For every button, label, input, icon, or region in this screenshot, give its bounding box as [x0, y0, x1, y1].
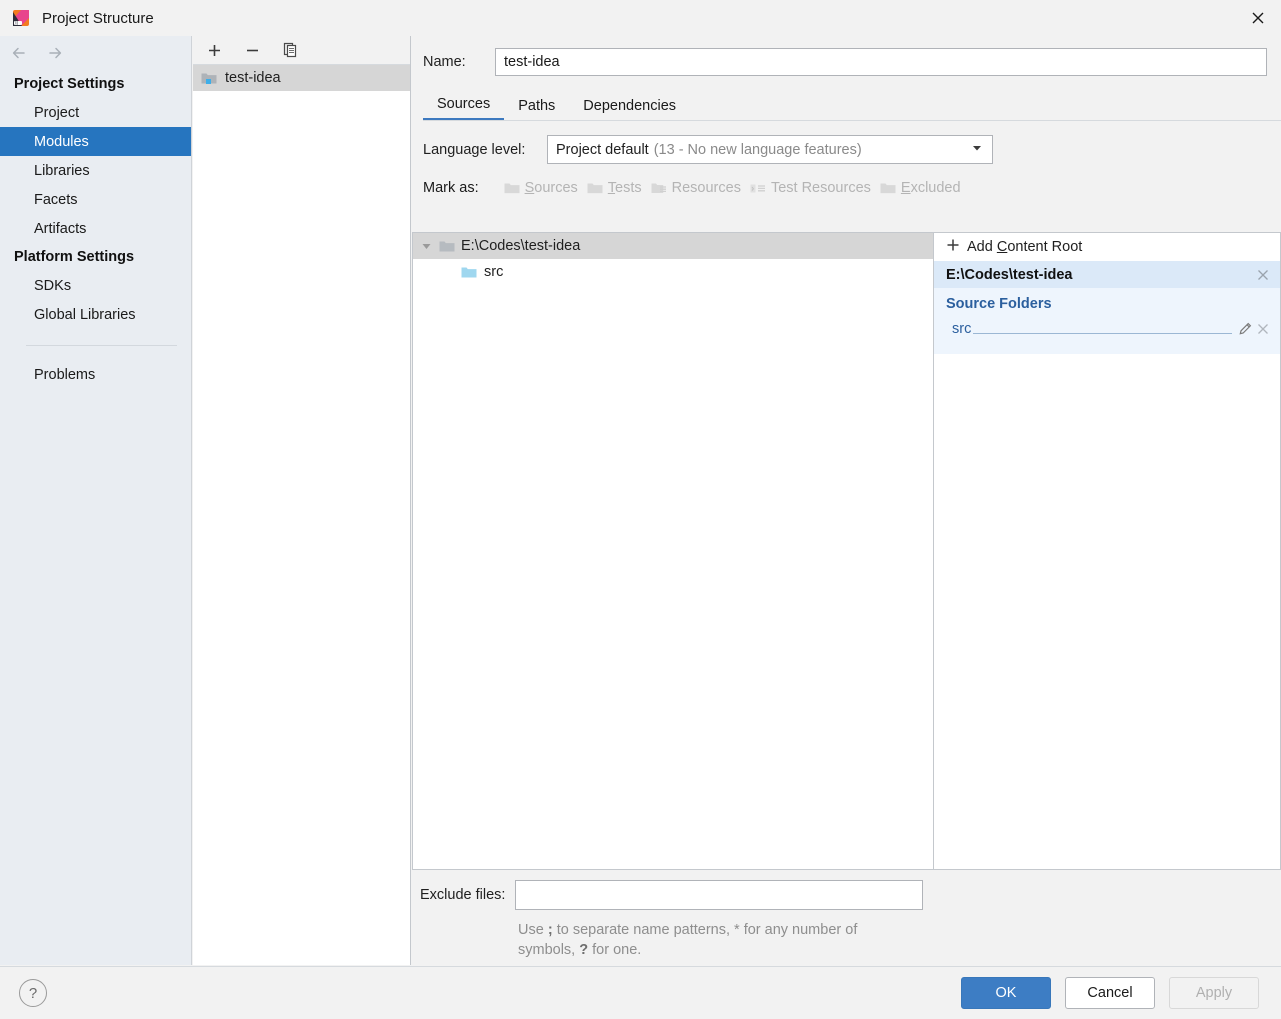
- module-name-input[interactable]: [495, 48, 1267, 76]
- sidebar-item-project[interactable]: Project: [0, 98, 191, 127]
- content-roots-panel: Add Content Root E:\Codes\test-idea Sour…: [933, 232, 1281, 870]
- tree-row[interactable]: E:\Codes\test-idea: [413, 233, 933, 259]
- arrow-left-icon[interactable]: [10, 42, 32, 64]
- add-content-root-button[interactable]: Add Content Root: [934, 233, 1280, 261]
- sources-folder-icon: [504, 182, 520, 195]
- dialog-footer: ? OK Cancel Apply: [0, 966, 1281, 1019]
- close-small-icon[interactable]: [1254, 266, 1272, 284]
- mark-as-excluded-label: Excluded: [901, 180, 961, 196]
- mark-as-resources-label: Resources: [672, 180, 741, 196]
- content-root-path: E:\Codes\test-idea: [946, 267, 1073, 283]
- name-label: Name:: [423, 54, 495, 70]
- folder-grey-icon: [439, 239, 455, 253]
- sidebar-divider: [26, 345, 177, 346]
- tests-folder-icon: [587, 182, 603, 195]
- exclude-files-row: Exclude files:: [412, 872, 933, 910]
- sidebar-item-modules[interactable]: Modules: [0, 127, 191, 156]
- mark-as-excluded[interactable]: Excluded: [880, 180, 961, 196]
- hint-part-1: Use: [518, 922, 548, 938]
- source-folder-name: src: [952, 321, 971, 337]
- list-item-label: test-idea: [225, 70, 281, 86]
- apply-button[interactable]: Apply: [1169, 977, 1259, 1009]
- exclude-files-section: Exclude files: Use ; to separate name pa…: [412, 872, 933, 960]
- add-content-root-label: Add Content Root: [967, 239, 1082, 255]
- module-list-toolbar: [193, 36, 410, 65]
- module-folder-icon: [201, 71, 217, 85]
- tab-dependencies[interactable]: Dependencies: [569, 90, 690, 121]
- svg-text:IJ: IJ: [15, 20, 18, 26]
- triangle-down-icon[interactable]: [419, 239, 433, 253]
- content-root-header: E:\Codes\test-idea: [934, 261, 1280, 288]
- close-small-icon[interactable]: [1254, 320, 1272, 338]
- module-name-row: Name:: [411, 36, 1281, 76]
- mark-as-tests[interactable]: Tests: [587, 180, 642, 196]
- mark-as-sources[interactable]: Sources: [504, 180, 578, 196]
- copy-icon[interactable]: [279, 39, 301, 61]
- language-level-value: Project default: [556, 142, 649, 158]
- chevron-down-icon: [970, 141, 984, 159]
- plus-icon[interactable]: [203, 39, 225, 61]
- test-resources-folder-icon: [750, 182, 766, 195]
- sidebar-group-platform-settings: Platform Settings: [0, 243, 191, 271]
- mark-as-row: Mark as: Sources Tests: [411, 164, 1281, 196]
- pencil-icon[interactable]: [1236, 320, 1254, 338]
- language-level-label: Language level:: [423, 142, 547, 158]
- sidebar-item-global-libraries[interactable]: Global Libraries: [0, 300, 191, 329]
- arrow-right-icon[interactable]: [46, 42, 68, 64]
- excluded-folder-icon: [880, 182, 896, 195]
- exclude-files-hint: Use ; to separate name patterns, * for a…: [412, 910, 932, 960]
- sidebar-item-sdks[interactable]: SDKs: [0, 271, 191, 300]
- mark-as-label: Mark as:: [423, 180, 479, 196]
- language-level-row: Language level: Project default (13 - No…: [411, 121, 1281, 164]
- sidebar-item-libraries[interactable]: Libraries: [0, 156, 191, 185]
- source-folders-title: Source Folders: [934, 296, 1280, 318]
- tabs-underline: [423, 120, 1281, 121]
- ok-button[interactable]: OK: [961, 977, 1051, 1009]
- hint-part-2: to separate name patterns, * for any num…: [518, 922, 857, 958]
- minus-icon[interactable]: [241, 39, 263, 61]
- mark-as-resources[interactable]: Resources: [651, 180, 741, 196]
- intellij-idea-icon: IJ: [12, 9, 30, 27]
- sidebar-nav-arrows: [0, 36, 191, 70]
- editor-tabs: Sources Paths Dependencies: [423, 90, 1281, 121]
- module-editor: Name: Sources Paths Dependencies Languag…: [411, 36, 1281, 965]
- sidebar-item-facets[interactable]: Facets: [0, 185, 191, 214]
- sidebar-item-artifacts[interactable]: Artifacts: [0, 214, 191, 243]
- sources-panes: E:\Codes\test-idea src Add Content Root: [412, 232, 1281, 870]
- sidebar-group-project-settings: Project Settings: [0, 70, 191, 98]
- entry-rule: [973, 322, 1232, 334]
- folder-blue-icon: [461, 265, 477, 279]
- window-title: Project Structure: [42, 10, 154, 27]
- mark-as-tests-label: Tests: [608, 180, 642, 196]
- content-root-body: Source Folders src: [934, 288, 1280, 354]
- hint-question: ?: [579, 942, 588, 958]
- list-item[interactable]: test-idea: [193, 65, 410, 91]
- mark-as-test-resources-label: Test Resources: [771, 180, 871, 196]
- dialog-buttons: OK Cancel Apply: [961, 977, 1259, 1009]
- language-level-select[interactable]: Project default (13 - No new language fe…: [547, 135, 993, 164]
- language-level-detail: (13 - No new language features): [654, 142, 862, 158]
- exclude-files-input[interactable]: [515, 880, 923, 910]
- module-list-panel: test-idea: [193, 36, 411, 965]
- tree-row[interactable]: src: [413, 259, 933, 285]
- source-folder-entry[interactable]: src: [934, 318, 1280, 340]
- cancel-button[interactable]: Cancel: [1065, 977, 1155, 1009]
- title-bar: IJ Project Structure: [0, 0, 1281, 36]
- tree-row-label: E:\Codes\test-idea: [461, 238, 580, 254]
- sidebar-item-problems[interactable]: Problems: [0, 360, 191, 389]
- hint-part-3: for one.: [588, 942, 641, 958]
- close-icon[interactable]: [1235, 0, 1281, 36]
- mark-as-test-resources[interactable]: Test Resources: [750, 180, 871, 196]
- content-tree: E:\Codes\test-idea src: [412, 232, 933, 870]
- tab-paths[interactable]: Paths: [504, 90, 569, 121]
- settings-sidebar: Project Settings Project Modules Librari…: [0, 36, 192, 965]
- mark-as-sources-label: Sources: [525, 180, 578, 196]
- tab-sources[interactable]: Sources: [423, 90, 504, 121]
- resources-folder-icon: [651, 182, 667, 195]
- help-icon[interactable]: ?: [19, 979, 47, 1007]
- plus-icon: [946, 238, 960, 256]
- project-structure-dialog: IJ Project Structure Project Settings: [0, 0, 1281, 1019]
- tree-row-label: src: [484, 264, 503, 280]
- exclude-files-label: Exclude files:: [420, 887, 505, 903]
